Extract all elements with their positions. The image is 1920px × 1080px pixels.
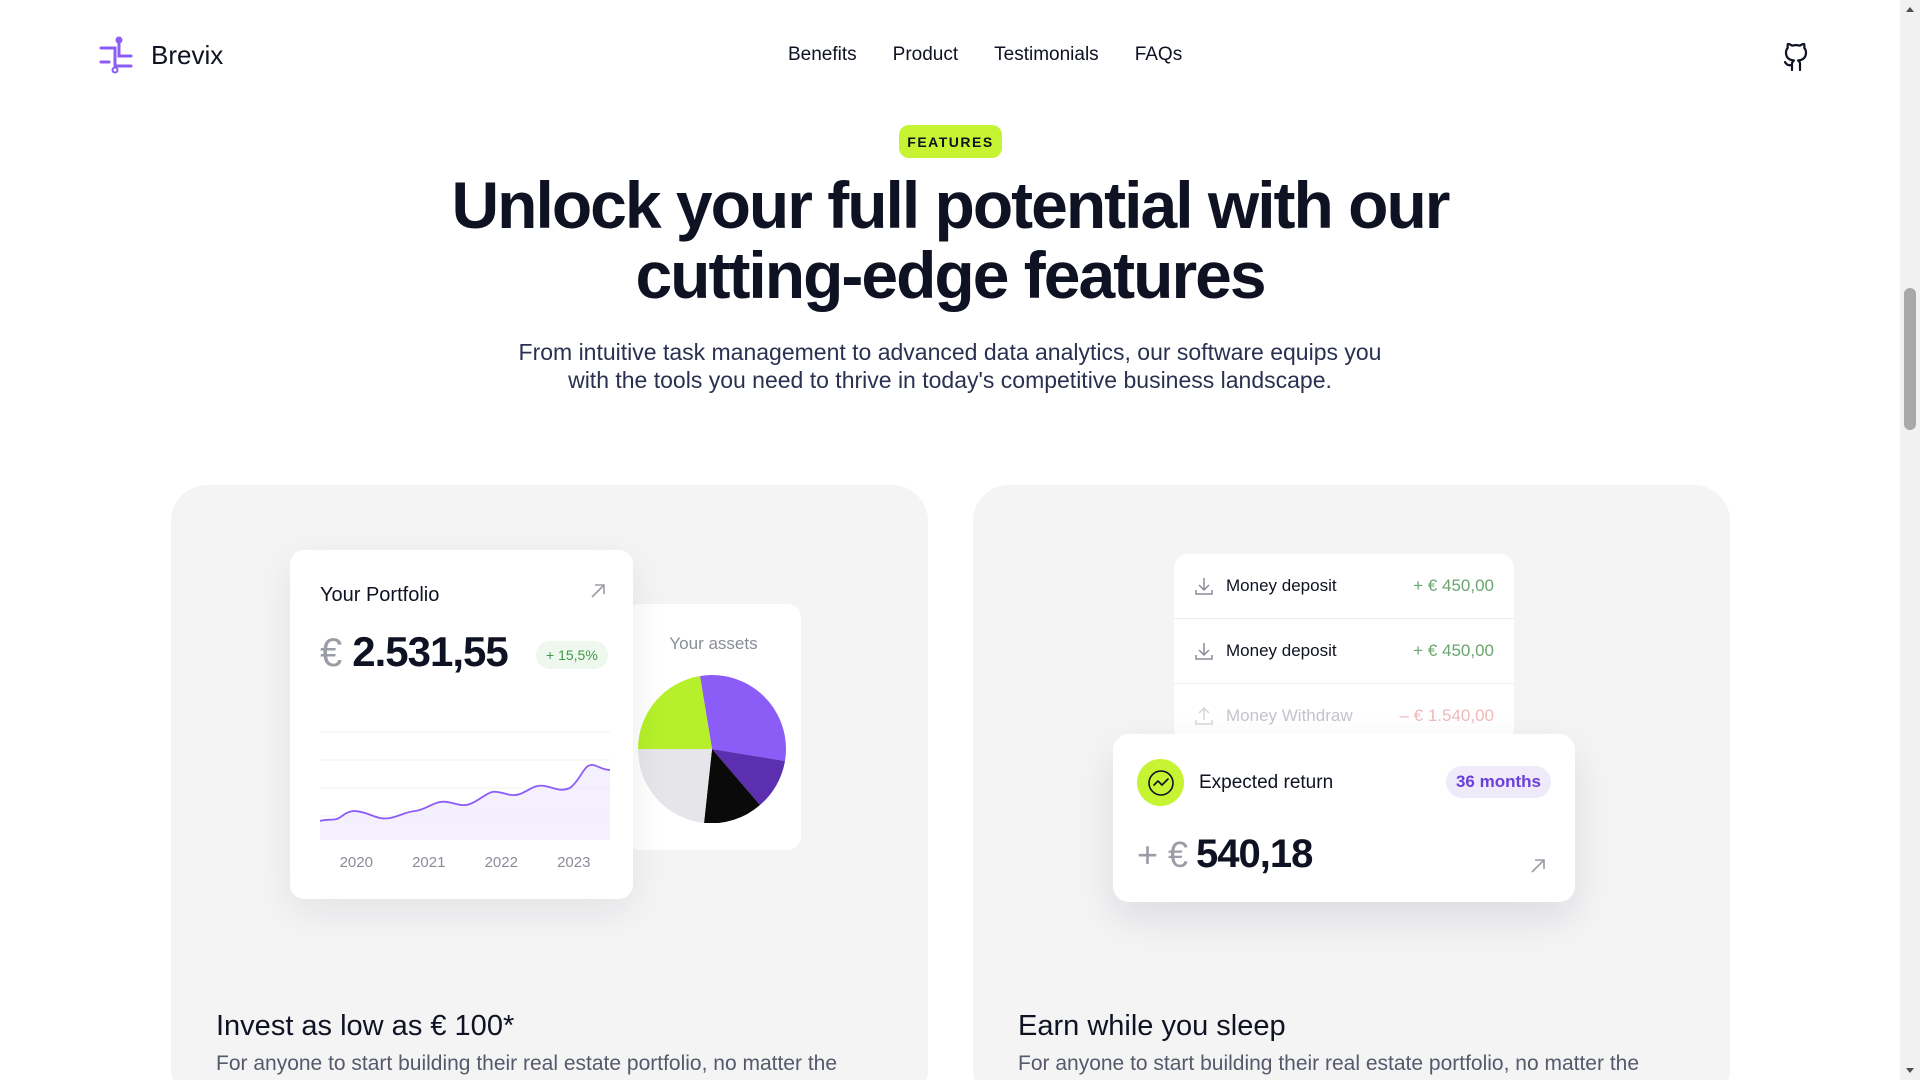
card-title: Earn while you sleep [1018,1010,1286,1042]
portfolio-widget: Your Portfolio € 2.531,55 + 15,5% 2020 2… [290,550,633,899]
upload-icon [1195,706,1213,725]
card-title: Invest as low as € 100* [216,1010,515,1042]
expected-return-label: Expected return [1199,772,1334,793]
hero-title: Unlock your full potential with our cutt… [451,168,1451,312]
features-badge: FEATURES [899,125,1002,158]
transaction-row: Money deposit + € 450,00 [1174,554,1514,619]
top-nav: Brevix Benefits Product Testimonials FAQ… [0,0,1900,112]
transaction-amount: – € 1.540,00 [1399,706,1494,725]
nav-links: Benefits Product Testimonials FAQs [788,44,1182,66]
nav-testimonials[interactable]: Testimonials [994,44,1099,66]
brand-name: Brevix [151,39,224,70]
page-scrollbar[interactable] [1900,0,1920,1080]
return-prefix: + € [1137,834,1189,875]
expected-return-card: Expected return 36 months + € 540,18 [1113,734,1575,902]
trend-icon [1137,759,1184,806]
transaction-label: Money Withdraw [1226,706,1353,725]
logo-icon [99,36,133,74]
pie-slice-grey [638,749,712,823]
chart-area [320,764,610,840]
scroll-up-arrow-icon[interactable] [1904,4,1916,16]
year-label: 2023 [557,854,591,871]
feature-card-earn: Money deposit + € 450,00 Money deposit +… [973,485,1730,1080]
arrow-up-right-icon[interactable] [1529,857,1547,875]
year-label: 2021 [412,854,446,871]
feature-card-invest: Your assets Your Portfolio € 2.531,55 + … [171,485,928,1080]
transaction-amount: + € 450,00 [1413,641,1494,660]
year-label: 2020 [339,854,373,871]
scrollbar-thumb[interactable] [1904,288,1916,430]
portfolio-title: Your Portfolio [320,584,440,606]
transaction-label: Money deposit [1226,641,1337,660]
portfolio-line-chart [320,731,610,840]
nav-benefits[interactable]: Benefits [788,44,857,66]
assets-label: Your assets [669,634,758,653]
transactions-list: Money deposit + € 450,00 Money deposit +… [1174,554,1514,744]
return-value: 540,18 [1196,832,1313,876]
brand-logo[interactable]: Brevix [97,36,223,74]
portfolio-change-badge: + 15,5% [536,641,608,669]
nav-faqs[interactable]: FAQs [1135,44,1183,66]
chart-x-axis: 2020 2021 2022 2023 [320,854,610,871]
transaction-label: Money deposit [1226,576,1337,595]
arrow-up-right-icon[interactable] [589,582,607,600]
nav-product[interactable]: Product [893,44,958,66]
scroll-down-arrow-icon[interactable] [1904,1064,1916,1076]
github-icon[interactable] [1782,42,1810,72]
currency-symbol: € [320,631,343,675]
card-description: For anyone to start building their real … [216,1052,838,1075]
year-label: 2022 [484,854,518,871]
hero-subtitle: From intuitive task management to advanc… [518,339,1382,393]
assets-panel: Your assets [626,604,801,850]
period-badge: 36 months [1445,766,1551,798]
page: Brevix Benefits Product Testimonials FAQ… [0,0,1900,1080]
download-icon [1195,578,1213,595]
portfolio-value: 2.531,55 [352,628,508,675]
pie-slice-lime [638,676,712,749]
card-description: For anyone to start building their real … [1018,1052,1640,1075]
pie-slice-purple [700,675,786,761]
transaction-amount: + € 450,00 [1413,576,1494,595]
expected-return-amount: + € 540,18 [1137,832,1313,877]
transaction-row: Money deposit + € 450,00 [1174,619,1514,684]
portfolio-amount: € 2.531,55 [320,628,509,676]
download-icon [1195,643,1213,660]
assets-pie-chart [638,675,786,823]
